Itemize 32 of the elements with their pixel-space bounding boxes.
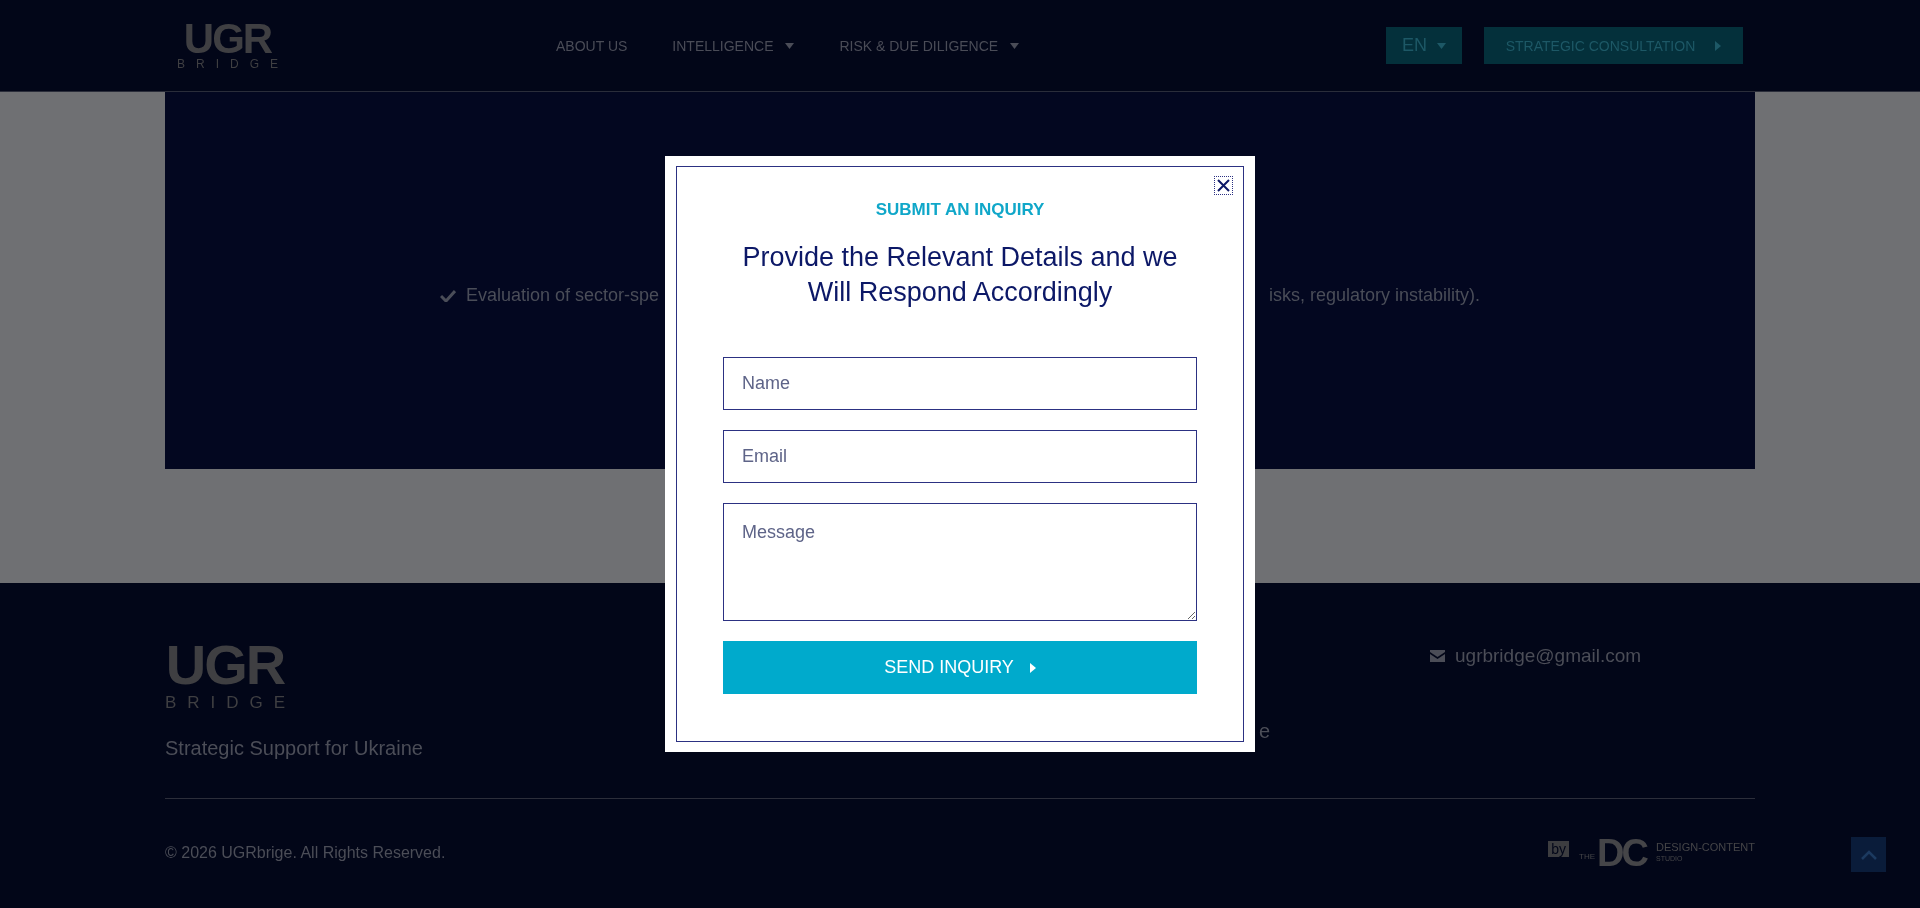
studio-prefix: THE [1579, 852, 1596, 861]
logo-subtitle: BRIDGE [177, 56, 289, 71]
text-field[interactable]: Email [723, 430, 1197, 483]
email-link[interactable]: ugrbridge@gmail.com [1455, 645, 1642, 667]
caret-icon [1437, 42, 1446, 49]
text-field[interactable]: Name [723, 357, 1197, 410]
dialog-heading: Provide the Relevant Details and we Will Respond Accordingly [741, 241, 1179, 309]
close-button[interactable] [1214, 176, 1233, 195]
caret-icon [785, 42, 795, 49]
studio-name: DESIGN-CONTENT [1656, 842, 1755, 853]
envelope-icon [1430, 650, 1445, 662]
play-icon [1029, 662, 1036, 673]
nav-link[interactable]: ABOUT US [556, 37, 628, 54]
tagline: Strategic Support for Ukraine [165, 737, 423, 760]
message-field[interactable]: Message [723, 503, 1197, 621]
feature-text: Evaluation of sector-spe [466, 285, 660, 306]
nav-link[interactable]: INTELLIGENCE [672, 37, 795, 54]
caret-icon [1010, 42, 1020, 49]
check-icon [440, 289, 456, 302]
studio-mark: DC [1597, 835, 1646, 871]
logo-subtitle: BRIDGE [165, 693, 297, 713]
nav-link[interactable]: RISK & DUE DILIGENCE [839, 37, 1020, 54]
credit-by: by [1548, 841, 1570, 857]
send-button[interactable]: SEND INQUIRY [723, 641, 1197, 694]
feature-text: isks, regulatory instability). [1268, 285, 1480, 306]
footer-text: e [1259, 720, 1271, 742]
play-icon [1715, 40, 1722, 51]
chevron-up-icon [1860, 849, 1877, 860]
copyright-text: © 2026 UGRbrige. All Rights Reserved. [165, 844, 446, 862]
logo-wordmark: UGR [183, 20, 272, 57]
logo-wordmark: UGR [165, 640, 285, 690]
dialog-eyebrow: SUBMIT AN INQUIRY [875, 200, 1045, 220]
